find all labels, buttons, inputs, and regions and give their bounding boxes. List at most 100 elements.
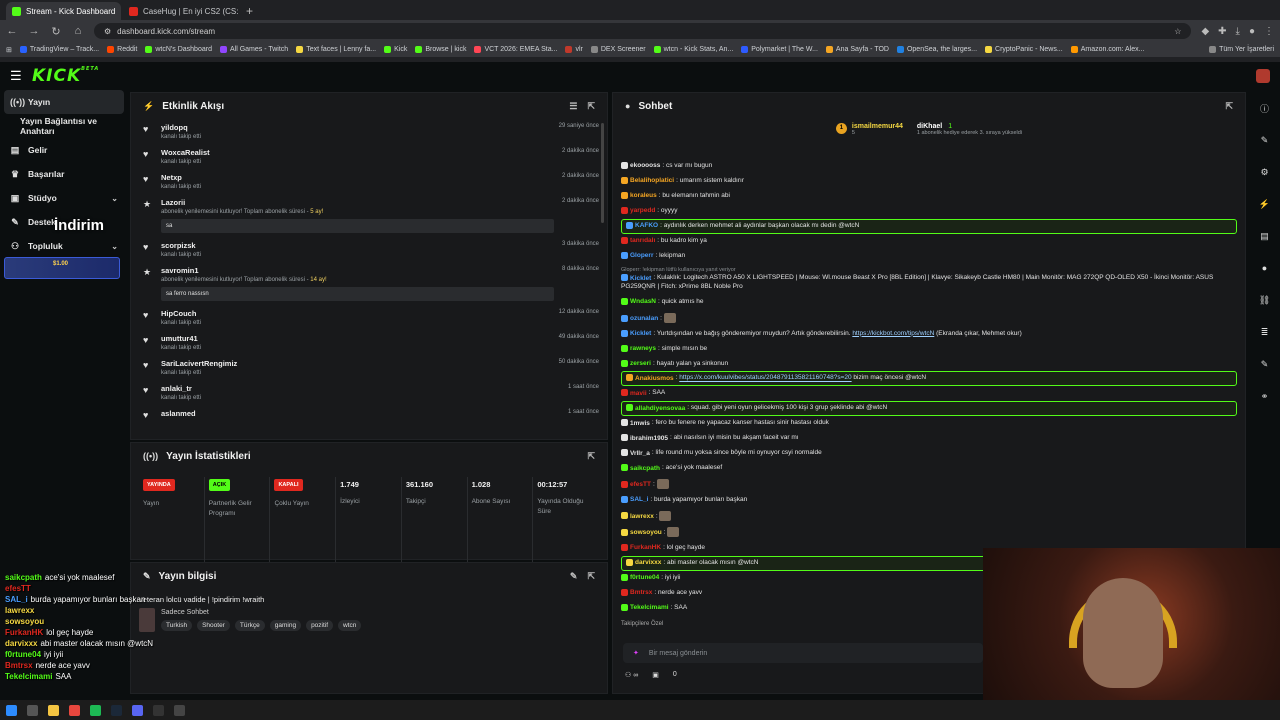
- activity-item[interactable]: ★ savromin1 abonelik yenilemesini kutluyor…: [131, 262, 607, 305]
- gift-icon[interactable]: ▣: [652, 671, 659, 679]
- bookmark-item[interactable]: OpenSea, the larges...: [896, 46, 977, 53]
- browser-tab-kick[interactable]: Stream - Kick Dashboard ✕: [6, 2, 121, 20]
- bookmark-star-icon[interactable]: ☆: [1174, 27, 1181, 36]
- chat-username[interactable]: tanrıdalı: [630, 237, 655, 244]
- link-icon[interactable]: ⛓: [1257, 292, 1273, 308]
- chrome-icon[interactable]: [69, 704, 80, 716]
- activity-username[interactable]: WoxcaRealist: [161, 148, 554, 157]
- stream-tag[interactable]: Turkish: [161, 620, 193, 631]
- close-icon[interactable]: ✕: [120, 6, 121, 17]
- chat-message[interactable]: Vrllr_a: life round mu yoksa since böyle…: [613, 446, 1245, 461]
- chat-username[interactable]: lawrexx: [630, 513, 654, 520]
- activity-username[interactable]: umuttur41: [161, 334, 551, 343]
- chat-message[interactable]: Belalihoplatici: umarım sistem kaldırır: [613, 174, 1245, 189]
- chat-icon[interactable]: ●: [1257, 260, 1273, 276]
- activity-item[interactable]: ♥ HipCouch kanalı takip etti 12 dakika önce: [131, 305, 607, 330]
- chat-username[interactable]: FurkanHK: [630, 544, 661, 551]
- bookmark-item[interactable]: Text faces | Lenny fa...: [296, 46, 376, 53]
- stream-tag[interactable]: wtcn: [338, 620, 362, 631]
- chat-username[interactable]: zerseri: [630, 360, 651, 367]
- chat-username[interactable]: KAFKO: [635, 222, 658, 229]
- chat-message[interactable]: allahdiyensovaa: squad. gibi yeni oyun g…: [621, 401, 1237, 417]
- chat-username[interactable]: ekooooss: [630, 162, 660, 169]
- chat-username[interactable]: Bmtrsx: [630, 589, 652, 596]
- activity-item[interactable]: ♥ SariLacivertRengimiz kanalı takip etti 50…: [131, 355, 607, 380]
- sidebar-item-topluluk[interactable]: ⚇ Topluluk ⌄: [0, 234, 128, 258]
- activity-username[interactable]: HipCouch: [161, 309, 551, 318]
- bookmark-item[interactable]: vlr: [565, 46, 583, 53]
- extension-icon[interactable]: ◆: [1201, 26, 1209, 37]
- chat-message[interactable]: Gloperr: lekipman: [613, 249, 1245, 264]
- sidebar-item-studyo[interactable]: ▣ Stüdyo ⌄: [0, 186, 128, 210]
- chat-message[interactable]: zerseri: hayatı yalan ya sinkonun: [613, 357, 1245, 372]
- stream-tag[interactable]: gaming: [269, 620, 302, 631]
- chat-username[interactable]: Belalihoplatici: [630, 177, 674, 184]
- url-input[interactable]: ⚙ dashboard.kick.com/stream ☆: [94, 23, 1192, 39]
- bookmark-item[interactable]: Amazon.com: Alex...: [1070, 46, 1145, 53]
- bookmark-item[interactable]: VCT 2026: EMEA Sta...: [474, 46, 557, 53]
- bookmark-item[interactable]: wtcn - Kick Stats, An...: [653, 46, 733, 53]
- bookmark-item[interactable]: Browse | kick: [415, 46, 466, 53]
- chat-username[interactable]: WndasN: [630, 298, 656, 305]
- bookmark-apps-icon[interactable]: ⊞: [6, 46, 12, 54]
- home-icon[interactable]: ⌂: [72, 25, 84, 37]
- chat-username[interactable]: ozunalan: [630, 315, 658, 322]
- activity-item[interactable]: ♥ WoxcaRealist kanalı takip etti 2 dakika ö…: [131, 144, 607, 169]
- stack-icon[interactable]: ≣: [1257, 324, 1273, 340]
- kick-logo[interactable]: KICKBETA: [32, 66, 99, 86]
- app-icon[interactable]: [174, 704, 185, 716]
- scrollbar[interactable]: [601, 123, 604, 223]
- download-icon[interactable]: ⤓: [1236, 26, 1240, 37]
- wrench-icon[interactable]: ✎: [1257, 356, 1273, 372]
- edit-icon[interactable]: ✎: [570, 571, 578, 582]
- share-icon[interactable]: ⚭: [1257, 388, 1273, 404]
- folder-icon[interactable]: [48, 704, 59, 716]
- chat-username[interactable]: 1mwis: [630, 420, 650, 427]
- chat-username[interactable]: allahdiyensovaa: [635, 405, 685, 412]
- chat-message[interactable]: WndasN: quick atmıs he: [613, 295, 1245, 310]
- bookmark-item[interactable]: All Games - Twitch: [219, 46, 288, 53]
- sidebar-item-yayin[interactable]: ((•)) Yayın: [4, 90, 124, 114]
- popout-icon[interactable]: ⇱: [1225, 101, 1233, 112]
- user-avatar[interactable]: [1256, 69, 1270, 83]
- lightning-icon[interactable]: ⚡: [1257, 196, 1273, 212]
- chat-username[interactable]: Gloperr: [630, 252, 653, 259]
- chat-username[interactable]: sowsoyou: [630, 529, 662, 536]
- activity-username[interactable]: aslanmed: [161, 409, 560, 418]
- chat-message[interactable]: sowsoyou:: [613, 524, 1245, 540]
- chat-username[interactable]: SAL_i: [630, 496, 648, 503]
- bookmark-item[interactable]: TradingView – Track...: [19, 46, 99, 53]
- chat-message[interactable]: ekooooss: cs var mı bugun: [613, 159, 1245, 174]
- chat-message[interactable]: lawrexx:: [613, 508, 1245, 524]
- chat-link[interactable]: https://kickbot.com/tips/wtcN: [852, 330, 934, 337]
- extensions-puzzle-icon[interactable]: ✚: [1218, 26, 1226, 37]
- chat-username[interactable]: yarpedd: [630, 207, 655, 214]
- activity-item[interactable]: ♥ umuttur41 kanalı takip etti 49 dakika önc…: [131, 330, 607, 355]
- activity-item[interactable]: ♥ aslanmed 1 saat önce: [131, 405, 607, 424]
- emote-picker-icon[interactable]: ✦: [633, 649, 639, 657]
- chat-message[interactable]: ibrahim1905: abi nasılsın iyi misin bu a…: [613, 431, 1245, 446]
- site-info-icon[interactable]: ⚙: [104, 27, 111, 36]
- filter-icon[interactable]: ☰: [569, 101, 577, 112]
- profile-icon[interactable]: ●: [1249, 26, 1255, 37]
- bookmark-item[interactable]: Reddit: [107, 46, 137, 53]
- reload-icon[interactable]: ↻: [50, 25, 62, 38]
- activity-item[interactable]: ♥ Netxp kanalı takip etti 2 dakika önce: [131, 169, 607, 194]
- bookmark-item[interactable]: wtcN's Dashboard: [145, 46, 212, 53]
- chat-message[interactable]: SAL_i: burda yapamıyor bunları başkan: [613, 493, 1245, 508]
- chat-link[interactable]: https://x.com/kuulvibes/status/204879113…: [679, 375, 851, 382]
- top-gifter-name[interactable]: ismailmemur44: [852, 123, 903, 130]
- search-icon[interactable]: [27, 704, 38, 716]
- stream-tag[interactable]: pozitif: [306, 620, 334, 631]
- activity-item[interactable]: ♥ anlaki_tr kanalı takip etti 1 saat önce: [131, 380, 607, 405]
- steam-icon[interactable]: [111, 704, 122, 716]
- chat-username[interactable]: ibrahim1905: [630, 435, 668, 442]
- activity-username[interactable]: scorpizsk: [161, 241, 554, 250]
- bookmark-item[interactable]: DEX Screener: [590, 46, 646, 53]
- file-icon[interactable]: ▤: [1257, 228, 1273, 244]
- stream-tag[interactable]: Shooter: [197, 620, 230, 631]
- chat-username[interactable]: Kicklet: [630, 275, 651, 282]
- obs-icon[interactable]: [153, 704, 164, 716]
- stream-tag[interactable]: Türkçe: [234, 620, 265, 631]
- activity-username[interactable]: SariLacivertRengimiz: [161, 359, 551, 368]
